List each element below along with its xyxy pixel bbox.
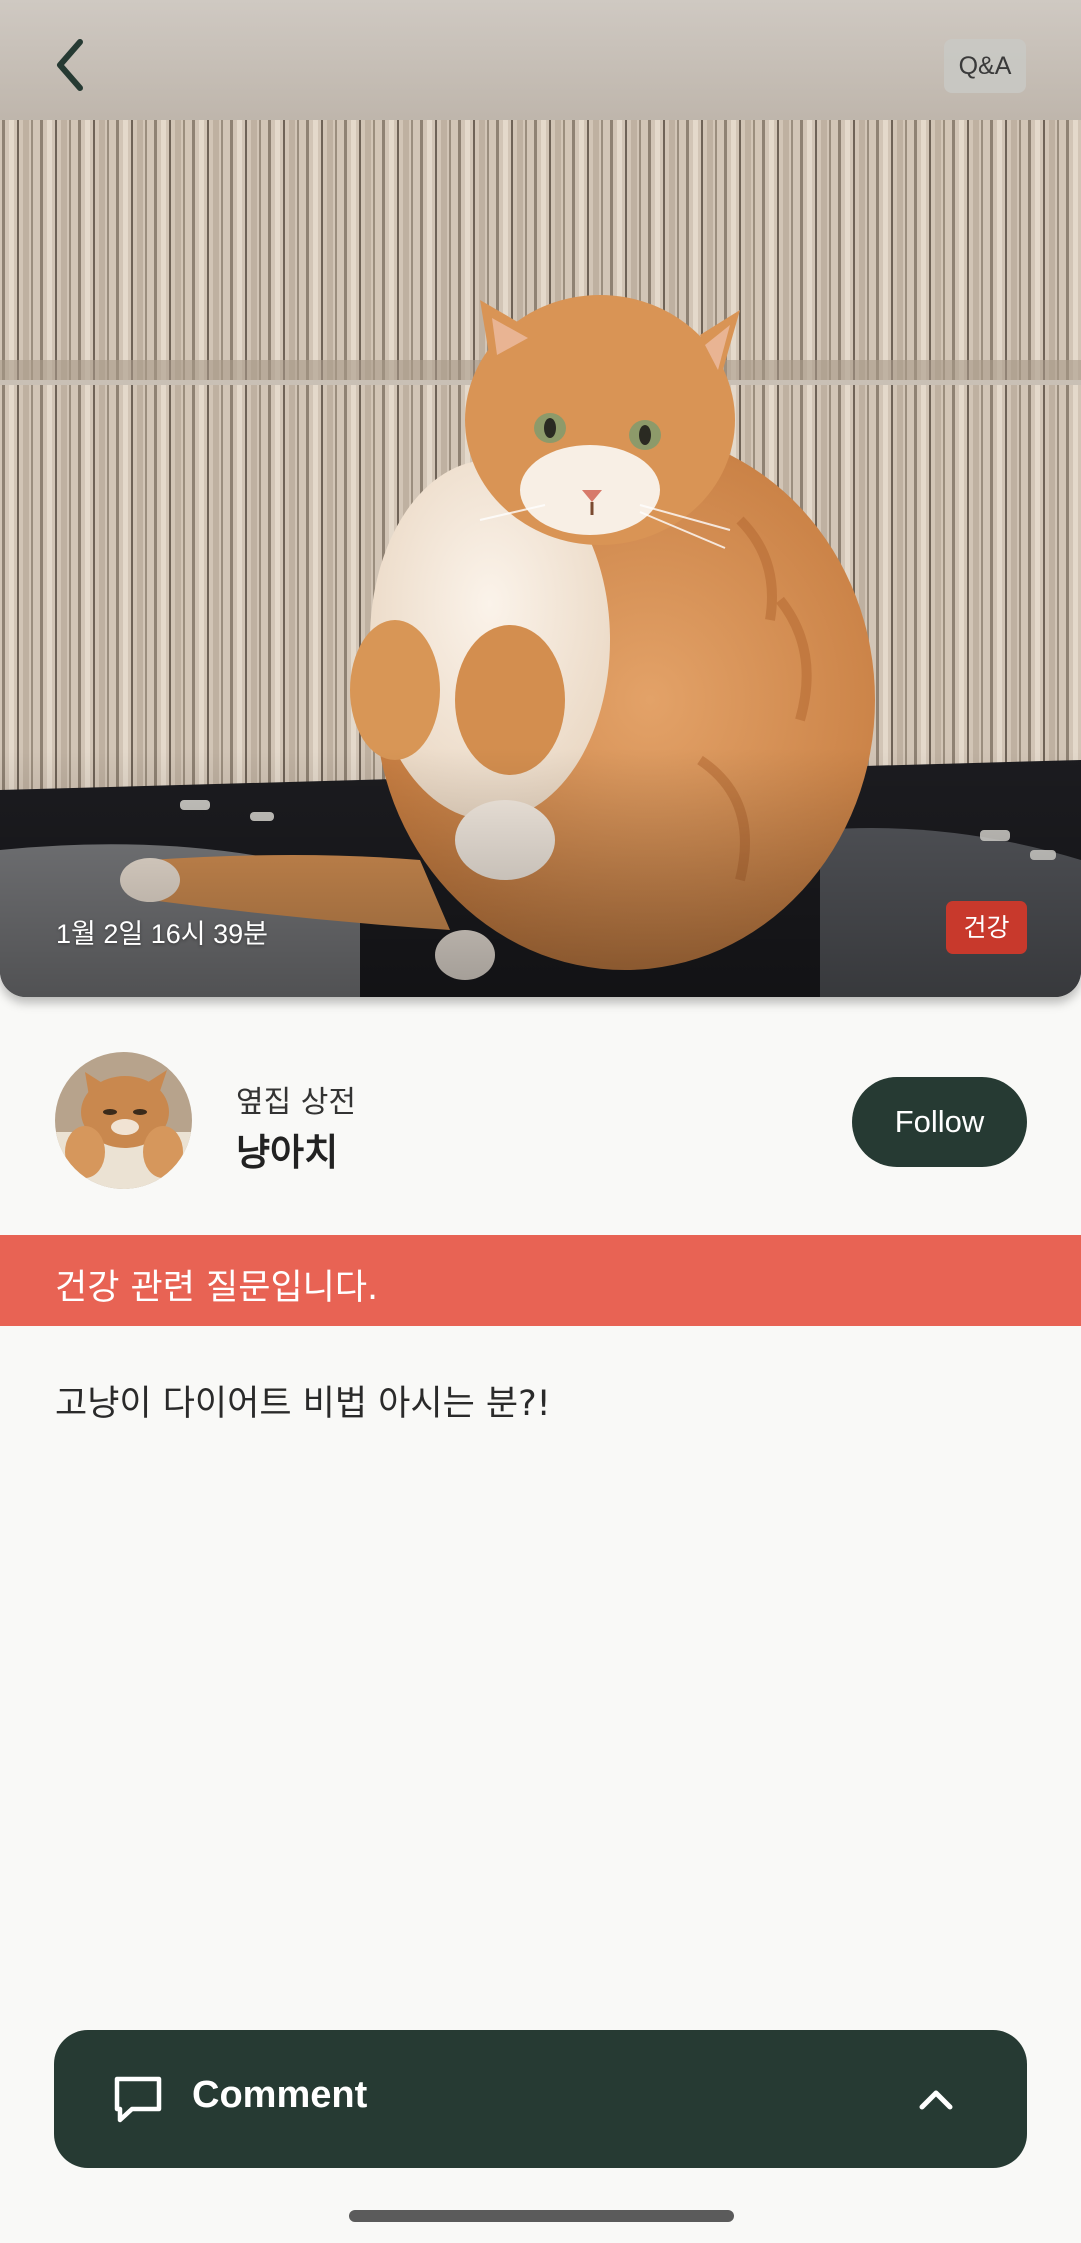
comment-bar[interactable]: Comment: [54, 2030, 1027, 2168]
post-body: 고냥이 다이어트 비법 아시는 분?!: [55, 1384, 551, 1424]
cat-photo-illustration: [0, 0, 1081, 997]
follow-button[interactable]: Follow: [852, 1077, 1027, 1167]
comment-bubble-icon: [114, 2076, 162, 2123]
avatar-cat-image: [55, 1052, 192, 1189]
chevron-left-icon: [57, 39, 83, 91]
comment-label: Comment: [192, 2074, 368, 2116]
question-banner-text: 건강 관련 질문입니다.: [55, 1268, 379, 1308]
author-subtitle: 옆집 상전: [236, 1085, 356, 1120]
chevron-up-icon[interactable]: [916, 2079, 956, 2119]
author-name[interactable]: 냥아치: [236, 1122, 338, 1176]
post-date: 1월 2일 16시 39분: [56, 919, 268, 949]
category-tag: 건강: [946, 901, 1027, 954]
avatar[interactable]: [55, 1052, 192, 1189]
back-button[interactable]: [44, 30, 100, 100]
question-banner: 건강 관련 질문입니다.: [0, 1235, 1081, 1326]
home-indicator[interactable]: [349, 2210, 734, 2222]
qa-badge: Q&A: [944, 39, 1026, 93]
post-photo: Q&A 1월 2일 16시 39분 건강: [0, 0, 1081, 997]
